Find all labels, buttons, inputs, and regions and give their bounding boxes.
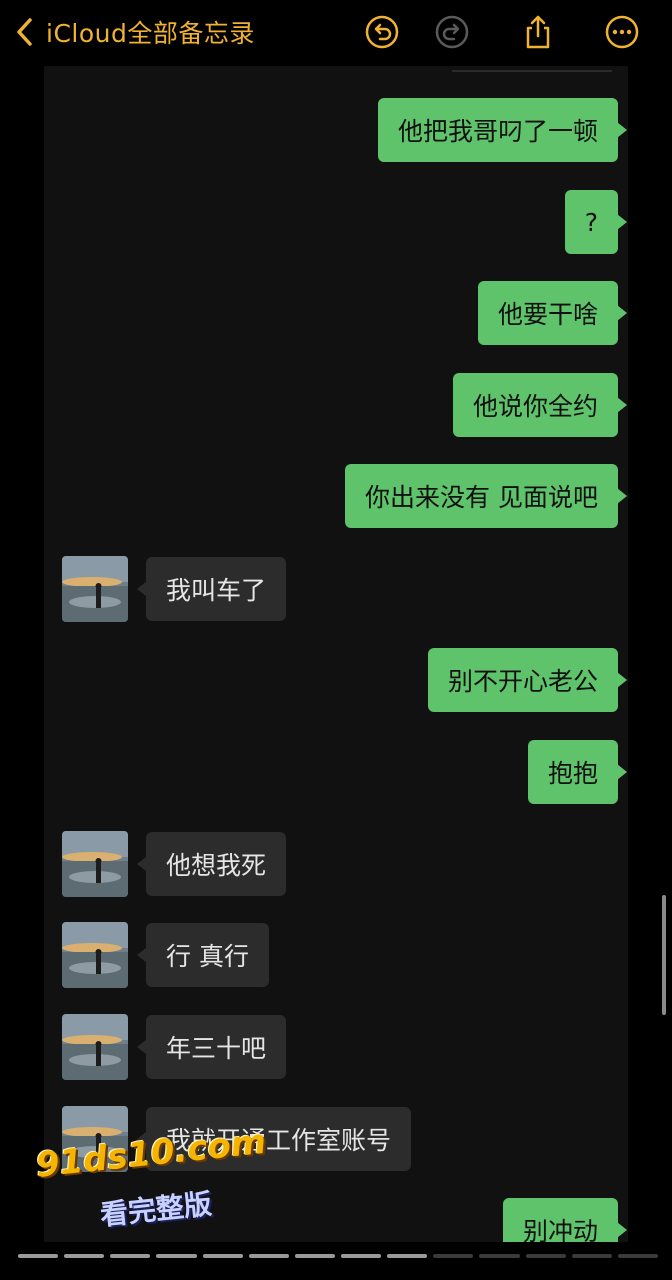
undo-button[interactable] [364,14,400,50]
message-bubble-outgoing: ? [564,190,628,254]
page-dot [64,1254,105,1258]
message-bubble-outgoing: 他说你全约 [452,373,628,437]
message-bubble-outgoing: 别不开心老公 [427,648,628,712]
share-button[interactable] [520,14,556,50]
page-dot [340,1254,382,1258]
page-dot [571,1254,612,1258]
page-dot [294,1254,335,1258]
message-bubble-outgoing: 他把我哥叼了一顿 [377,98,628,162]
avatar [62,922,128,988]
message-bubble-incoming: 行 真行 [137,923,269,987]
page-dot [18,1254,59,1258]
page-dot [110,1254,151,1258]
page-dot [479,1254,520,1258]
chat-screenshot: 他把我哥叼了一顿 ? 他要干啥 他说你全约 你出来没有 见面说吧 我叫车了 别不… [44,66,628,1242]
page-dot [433,1254,474,1258]
redo-icon [435,15,469,49]
avatar [62,831,128,897]
back-button[interactable]: iCloud全部备忘录 [14,12,255,52]
avatar [62,1106,128,1172]
divider [452,70,612,72]
message-bubble-incoming: 年三十吧 [136,1015,287,1079]
page-dot [617,1254,658,1258]
page-dot [525,1254,566,1258]
share-icon [526,15,550,49]
message-bubble-incoming: 他想我死 [136,832,287,896]
message-bubble-incoming: 我叫车了 [136,557,287,621]
page-dot [202,1254,243,1258]
message-bubble-outgoing: 你出来没有 见面说吧 [345,464,627,528]
avatar [62,556,128,622]
page-indicator [18,1254,658,1260]
avatar [62,1014,128,1080]
page-dot [387,1254,428,1258]
more-button[interactable] [604,14,640,50]
redo-button[interactable] [434,14,470,50]
page-dot [248,1254,289,1258]
undo-icon [365,15,399,49]
message-bubble-outgoing: 别冲动 [502,1198,628,1242]
message-bubble-incoming: 我就开通工作室账号 [136,1107,412,1171]
message-bubble-outgoing: 抱抱 [527,740,628,804]
page-dot [156,1254,197,1258]
scrollbar[interactable] [662,895,666,1015]
message-bubble-outgoing: 他要干啥 [477,281,628,345]
top-nav-bar: iCloud全部备忘录 [0,0,672,66]
more-icon [605,15,639,49]
back-chevron-icon [17,18,32,46]
back-label: iCloud全部备忘录 [46,19,255,48]
